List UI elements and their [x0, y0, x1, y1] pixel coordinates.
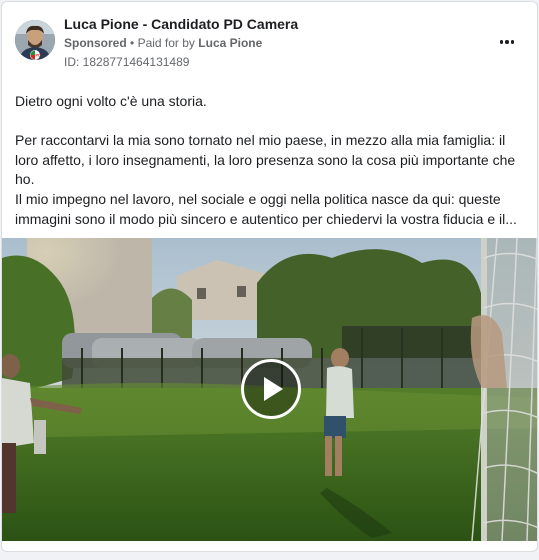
- payer-name: Luca Pione: [198, 36, 263, 50]
- sponsorship-line: Sponsored • Paid for by Luca Pione: [64, 36, 262, 50]
- pd-badge-text: PD: [36, 53, 42, 58]
- page-name-link[interactable]: Luca Pione - Candidato PD Camera: [64, 16, 298, 32]
- more-options-icon: [505, 40, 509, 44]
- page-avatar[interactable]: PD: [15, 20, 55, 60]
- post-text-line: Per raccontarvi la mia sono tornato nel …: [15, 132, 516, 188]
- post-text: Dietro ogni volto c'è una storia. Per ra…: [15, 92, 525, 229]
- post-text-line: Il mio impegno nel lavoro, nel sociale e…: [15, 190, 517, 227]
- avatar-image: PD: [15, 20, 55, 60]
- post-text-line: Dietro ogni volto c'è una storia.: [15, 93, 207, 109]
- ad-card: PD Luca Pione - Candidato PD Camera Spon…: [1, 1, 538, 552]
- paid-for-prefix: Paid for by: [137, 36, 195, 50]
- more-options-button[interactable]: [495, 32, 519, 52]
- sponsored-label: Sponsored: [64, 36, 127, 50]
- video-player[interactable]: [2, 238, 537, 541]
- more-options-icon: [499, 40, 504, 44]
- ad-id: ID: 1828771464131489: [64, 55, 190, 69]
- more-options-icon: [510, 40, 515, 44]
- meta-separator: •: [130, 36, 135, 50]
- play-icon: [264, 377, 283, 401]
- play-button[interactable]: [241, 359, 301, 419]
